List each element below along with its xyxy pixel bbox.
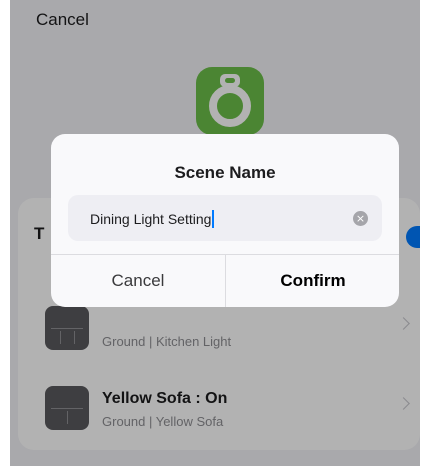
dialog-title: Scene Name <box>174 163 276 182</box>
scene-name-input[interactable]: Dining Light Setting × <box>68 195 382 241</box>
text-caret <box>212 210 215 228</box>
dialog-cancel-button[interactable]: Cancel <box>51 255 225 307</box>
clear-icon[interactable]: × <box>353 211 368 226</box>
scene-name-input-value[interactable]: Dining Light Setting <box>90 210 215 228</box>
screen: Cancel T Ground | Kitchen Light Yellow S… <box>10 0 420 466</box>
dialog-confirm-button[interactable]: Confirm <box>226 255 399 307</box>
scene-name-dialog: Scene Name Dining Light Setting × Cancel… <box>51 134 399 307</box>
